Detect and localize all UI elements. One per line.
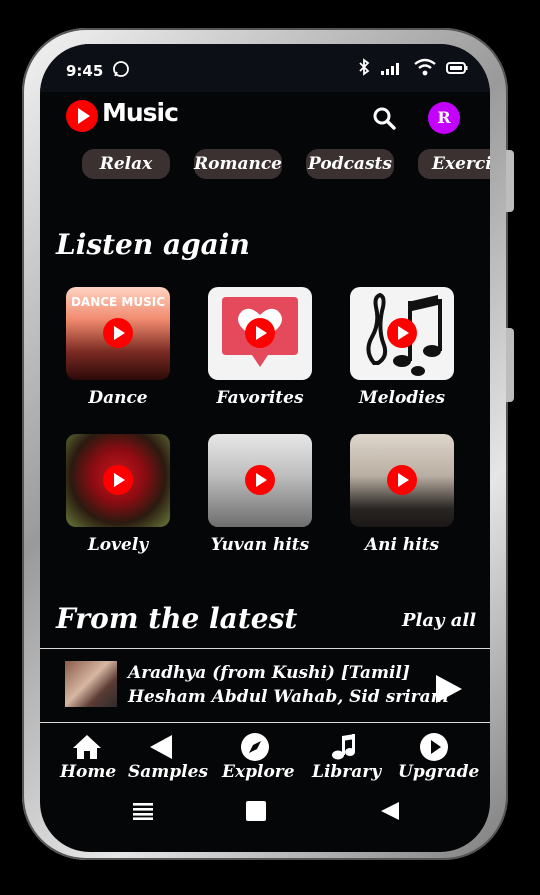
- track-title: Aradhya (from Kushi) [Tamil]: [128, 663, 410, 683]
- whatsapp-icon: [112, 60, 130, 82]
- tile-favorites[interactable]: Favorites: [208, 287, 312, 408]
- yuvan-cover-art: [208, 434, 312, 527]
- nav-home[interactable]: Home: [60, 732, 117, 782]
- nav-explore[interactable]: Explore: [222, 732, 295, 782]
- wifi-icon: [414, 58, 436, 80]
- play-circle-icon: [420, 733, 448, 761]
- power-button: [506, 150, 514, 212]
- tile-label: Melodies: [358, 388, 446, 408]
- play-all-button[interactable]: Play all: [402, 610, 476, 631]
- nav-upgrade[interactable]: Upgrade: [398, 732, 480, 782]
- tile-label: Favorites: [216, 388, 304, 408]
- melodies-cover-art: [350, 287, 454, 380]
- divider: [40, 648, 490, 649]
- chip-exercise[interactable]: Exercis: [418, 149, 490, 179]
- system-nav-bar: [40, 796, 490, 826]
- play-icon: [245, 318, 275, 348]
- lovely-cover-art: [66, 434, 170, 527]
- play-icon: [103, 465, 133, 495]
- latest-track-row[interactable]: Aradhya (from Kushi) [Tamil] Hesham Abdu…: [40, 651, 490, 721]
- tile-lovely[interactable]: Lovely: [66, 434, 170, 555]
- tile-dance[interactable]: DANCE MUSIC Dance: [66, 287, 170, 408]
- track-cover-art: [65, 661, 117, 707]
- bottom-nav: Home Samples Explore Library Upgrade: [40, 728, 490, 786]
- track-info: Aradhya (from Kushi) [Tamil] Hesham Abdu…: [128, 661, 449, 709]
- status-bar: 9:45: [40, 44, 490, 92]
- app-header: Music R: [40, 92, 490, 142]
- home-square-icon[interactable]: [246, 801, 266, 821]
- play-icon: [103, 318, 133, 348]
- signal-icon: [380, 60, 404, 79]
- chip-romance[interactable]: Romance: [194, 149, 282, 179]
- music-note-icon: [332, 734, 355, 760]
- back-triangle-icon[interactable]: [380, 801, 400, 821]
- tile-ani-hits[interactable]: Ani hits: [350, 434, 454, 555]
- nav-label: Library: [312, 762, 382, 782]
- app-screen: 9:45 Music R Relax Romance Podcasts Exer…: [40, 44, 490, 852]
- nav-samples[interactable]: Samples: [128, 732, 209, 782]
- search-icon[interactable]: [372, 106, 398, 136]
- tile-label: Dance: [88, 388, 148, 408]
- ani-cover-art: [350, 434, 454, 527]
- home-icon: [73, 735, 101, 759]
- dance-art-text: DANCE MUSIC: [70, 295, 166, 309]
- nav-label: Samples: [128, 762, 209, 782]
- tile-melodies[interactable]: Melodies: [350, 287, 454, 408]
- track-artists: Hesham Abdul Wahab, Sid sriram: [128, 687, 449, 707]
- category-chips: Relax Romance Podcasts Exercis: [40, 149, 490, 183]
- nav-label: Upgrade: [398, 762, 480, 782]
- recent-apps-icon[interactable]: [133, 802, 153, 820]
- play-icon[interactable]: [436, 675, 462, 703]
- status-time: 9:45: [66, 62, 104, 80]
- volume-button: [506, 328, 514, 402]
- nav-library[interactable]: Library: [312, 732, 382, 782]
- favorites-cover-art: [208, 287, 312, 380]
- from-latest-title: From the latest: [56, 602, 298, 635]
- listen-again-title: Listen again: [56, 228, 250, 261]
- play-icon: [387, 318, 417, 348]
- bluetooth-icon: [358, 58, 370, 80]
- tile-label: Yuvan hits: [210, 535, 310, 555]
- avatar[interactable]: R: [428, 102, 460, 134]
- tile-label: Ani hits: [364, 535, 440, 555]
- app-title: Music: [102, 98, 179, 127]
- music-logo-icon: [66, 100, 98, 132]
- tile-label: Lovely: [87, 535, 149, 555]
- play-icon: [387, 465, 417, 495]
- back-arrow-icon: [150, 735, 172, 759]
- divider: [40, 722, 490, 723]
- nav-label: Explore: [222, 762, 295, 782]
- battery-icon: [446, 60, 468, 79]
- compass-icon: [241, 733, 269, 761]
- nav-label: Home: [60, 762, 117, 782]
- chip-relax[interactable]: Relax: [82, 149, 170, 179]
- play-icon: [245, 465, 275, 495]
- tile-yuvan-hits[interactable]: Yuvan hits: [208, 434, 312, 555]
- chip-podcasts[interactable]: Podcasts: [306, 149, 394, 179]
- dance-cover-art: DANCE MUSIC: [66, 287, 170, 380]
